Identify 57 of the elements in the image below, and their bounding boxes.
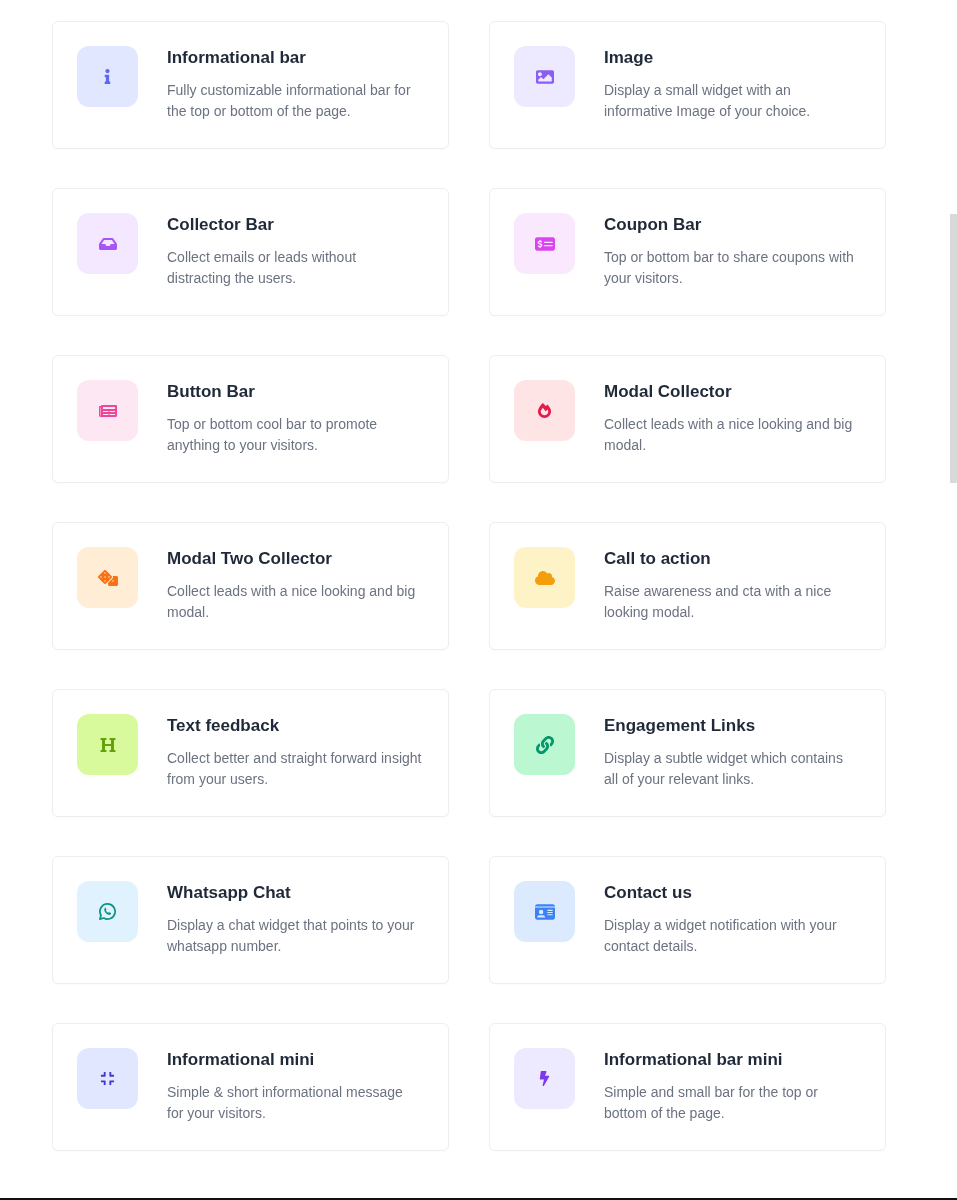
card-title: Call to action (604, 549, 712, 569)
newspaper-icon (77, 380, 138, 441)
cloud-icon (514, 547, 575, 608)
widget-card[interactable]: Informational bar Fully customizable informational bar for the top or bottom of the page. (52, 21, 449, 149)
card-title: Button Bar (167, 382, 256, 402)
card-title: Image (604, 48, 655, 68)
card-description: Collect emails or leads without distracting the users. (167, 248, 358, 288)
flame-icon (514, 380, 575, 441)
card-title: Collector Bar (167, 215, 275, 235)
card-description: Simple and small bar for the top or bottom of the page. (604, 1083, 819, 1123)
lightning-icon (514, 1048, 575, 1109)
link-icon (514, 714, 575, 775)
chat-phone-icon (77, 881, 138, 942)
widget-card[interactable]: Collector Bar Collect emails or leads without distracting the users. (52, 188, 449, 316)
widget-card[interactable]: Informational mini Simple & short informational message for your visitors. (52, 1023, 449, 1151)
card-description: Display a widget notification with your contact details. (604, 916, 838, 956)
card-description: Fully customizable informational bar for the top or bottom of the page. (167, 81, 412, 121)
card-description: Collect leads with a nice looking and big modal. (604, 415, 854, 455)
widget-card[interactable]: Button Bar Top or bottom cool bar to promote anything to your visitors. (52, 355, 449, 483)
card-title: Modal Collector (604, 382, 733, 402)
widget-card[interactable]: Whatsapp Chat Display a chat widget that points to your whatsapp number. (52, 856, 449, 984)
dice-icon (77, 547, 138, 608)
card-description: Simple & short informational message for your visitors. (167, 1083, 404, 1123)
widget-card[interactable]: Engagement Links Display a subtle widget which contains all of your relevant links. (489, 689, 886, 817)
card-description: Display a subtle widget which contains all of your relevant links. (604, 749, 844, 789)
card-title: Informational bar (167, 48, 307, 68)
card-title: Engagement Links (604, 716, 757, 736)
widget-card[interactable]: Modal Two Collector Collect leads with a nice looking and big modal. (52, 522, 449, 650)
info-icon (77, 46, 138, 107)
widget-card[interactable]: Text feedback Collect better and straight forward insight from your users. (52, 689, 449, 817)
card-description: Display a small widget with an informative Image of your choice. (604, 81, 812, 121)
widget-card[interactable]: Modal Collector Collect leads with a nice looking and big modal. (489, 355, 886, 483)
card-title: Contact us (604, 883, 693, 903)
card-title: Informational bar mini (604, 1050, 784, 1070)
compress-icon (77, 1048, 138, 1109)
card-title: Modal Two Collector (167, 549, 333, 569)
widget-card[interactable]: Informational bar mini Simple and small bar for the top or bottom of the page. (489, 1023, 886, 1151)
widget-card[interactable]: Call to action Raise awareness and cta with a nice looking modal. (489, 522, 886, 650)
card-description: Collect better and straight forward insight from your users. (167, 749, 422, 789)
scrollbar-thumb[interactable] (950, 214, 957, 483)
heading-icon (77, 714, 138, 775)
inbox-icon (77, 213, 138, 274)
card-description: Display a chat widget that points to your whatsapp number. (167, 916, 416, 956)
widget-card[interactable]: Contact us Display a widget notification with your contact details. (489, 856, 886, 984)
card-description: Top or bottom bar to share coupons with your visitors. (604, 248, 855, 288)
widget-card[interactable]: Coupon Bar Top or bottom bar to share coupons with your visitors. (489, 188, 886, 316)
image-icon (514, 46, 575, 107)
money-card-icon (514, 213, 575, 274)
card-description: Collect leads with a nice looking and big modal. (167, 582, 417, 622)
card-description: Top or bottom cool bar to promote anything to your visitors. (167, 415, 379, 455)
card-title: Informational mini (167, 1050, 316, 1070)
card-title: Coupon Bar (604, 215, 703, 235)
card-description: Raise awareness and cta with a nice looking modal. (604, 582, 833, 622)
widget-card[interactable]: Image Display a small widget with an informative Image of your choice. (489, 21, 886, 149)
card-title: Text feedback (167, 716, 281, 736)
id-card-icon (514, 881, 575, 942)
card-title: Whatsapp Chat (167, 883, 292, 903)
